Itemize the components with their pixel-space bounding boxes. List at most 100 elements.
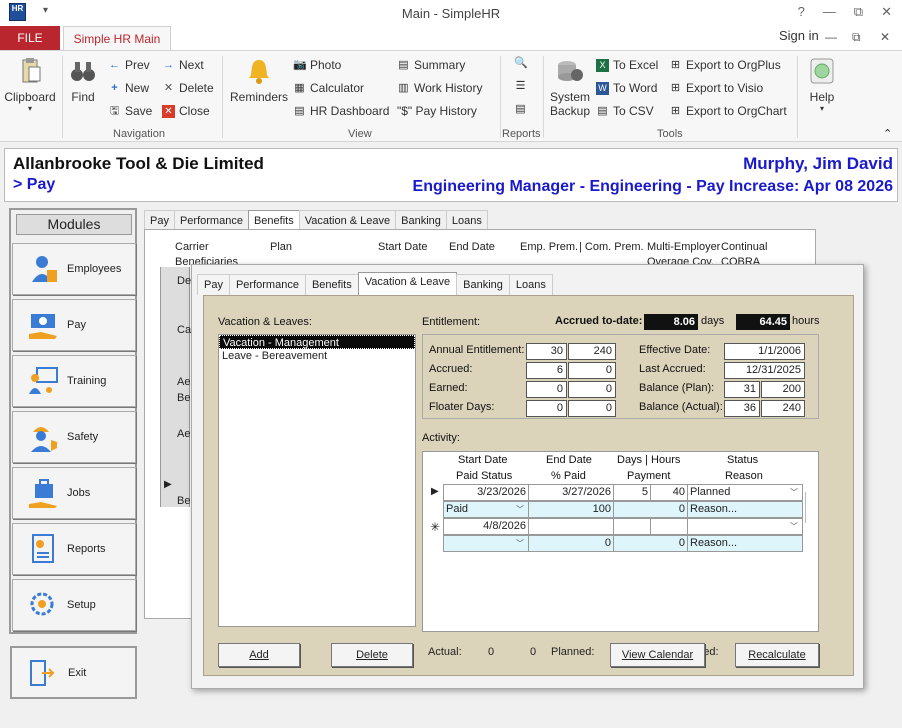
activity-start-cell[interactable]: 3/23/2026 [443, 484, 529, 501]
accrued-hours-field[interactable]: 0 [568, 362, 616, 379]
report-preview-button[interactable]: 🔍 [514, 57, 528, 70]
activity-hours-cell[interactable]: 40 [650, 484, 688, 501]
activity-paid-status-select[interactable]: ﹀ [443, 535, 529, 552]
ribbon-close-button[interactable]: ✕ [880, 30, 890, 44]
activity-status-select[interactable]: Planned ﹀ [687, 484, 803, 501]
chevron-down-icon[interactable]: ﹀ [513, 503, 527, 516]
back-tab-benefits[interactable]: Benefits [247, 210, 300, 231]
add-button[interactable]: Add [218, 643, 300, 667]
module-safety[interactable]: Safety [12, 411, 136, 463]
tab-vacation-leave[interactable]: Vacation & Leave [357, 272, 458, 295]
activity-status-select[interactable]: ﹀ [687, 518, 803, 535]
photo-button[interactable]: 📷 Photo [293, 58, 341, 72]
module-setup[interactable]: Setup [12, 579, 136, 631]
tab-banking[interactable]: Banking [456, 274, 510, 295]
help-window-button[interactable]: ? [798, 4, 805, 20]
activity-hours-cell[interactable] [650, 518, 688, 535]
system-backup-button[interactable]: System Backup [548, 57, 592, 118]
table-row[interactable]: 3/23/2026 3/27/2026 5 40 Planned ﹀ [443, 484, 803, 501]
save-button[interactable]: 🖫 Save [108, 104, 153, 118]
table-row[interactable]: 4/8/2026 ﹀ [443, 518, 803, 535]
activity-end-cell[interactable] [528, 518, 614, 535]
to-excel-button[interactable]: X To Excel [596, 58, 658, 72]
tab-pay[interactable]: Pay [197, 274, 230, 295]
activity-pct-paid-cell[interactable]: 0 [528, 535, 614, 552]
module-reports[interactable]: Reports [12, 523, 136, 575]
sign-in-link[interactable]: Sign in [779, 28, 819, 43]
activity-scrollbar[interactable] [805, 492, 819, 523]
activity-pct-paid-cell[interactable]: 100 [528, 501, 614, 518]
chevron-down-icon[interactable]: ﹀ [787, 486, 801, 499]
back-tab-vacation[interactable]: Vacation & Leave [298, 210, 397, 231]
hr-dashboard-button[interactable]: ▤ HR Dashboard [293, 104, 389, 118]
tab-benefits[interactable]: Benefits [304, 274, 359, 295]
activity-days-cell[interactable] [613, 518, 651, 535]
module-training[interactable]: Training [12, 355, 136, 407]
accrued-days-field[interactable]: 6 [526, 362, 567, 379]
ribbon-restore-button[interactable]: ⧉ [852, 30, 861, 45]
calculator-button[interactable]: ▦ Calculator [293, 81, 364, 95]
chevron-down-icon[interactable]: ﹀ [787, 520, 801, 533]
module-employees[interactable]: Employees [12, 243, 136, 295]
report-doc-button[interactable]: ▤ [514, 103, 527, 116]
activity-reason-cell[interactable]: Reason... [687, 535, 803, 552]
leave-type-list[interactable]: Vacation - Management Leave - Bereavemen… [218, 334, 416, 627]
to-csv-button[interactable]: ▤ To CSV [596, 104, 653, 118]
restore-button[interactable]: ⧉ [854, 4, 863, 20]
ribbon-minimize-button[interactable]: — [825, 30, 837, 44]
tab-performance[interactable]: Performance [228, 274, 306, 295]
work-history-button[interactable]: ▥ Work History [397, 81, 482, 95]
floater-hours-field[interactable]: 0 [568, 400, 616, 417]
tab-loans[interactable]: Loans [508, 274, 553, 295]
back-tab-loans[interactable]: Loans [445, 210, 488, 231]
help-button[interactable]: Help ▾ [803, 57, 841, 113]
earned-days-field[interactable]: 0 [526, 381, 567, 398]
table-row[interactable]: Paid ﹀ 100 0 Reason... [443, 501, 803, 518]
balance-actual-days-field[interactable]: 36 [724, 400, 760, 417]
find-button[interactable]: Find [66, 57, 100, 104]
activity-paid-status-select[interactable]: Paid ﹀ [443, 501, 529, 518]
back-tab-performance[interactable]: Performance [173, 210, 249, 231]
delete-activity-button[interactable]: Delete [331, 643, 413, 667]
activity-payment-cell[interactable]: 0 [613, 535, 688, 552]
file-tab[interactable]: FILE [0, 26, 60, 50]
chevron-down-icon[interactable]: ﹀ [513, 537, 527, 550]
balance-plan-hours-field[interactable]: 200 [761, 381, 805, 398]
pay-history-button[interactable]: "$" Pay History [397, 104, 477, 118]
delete-button[interactable]: ✕ Delete [162, 81, 214, 95]
next-button[interactable]: → Next [162, 58, 204, 72]
collapse-ribbon-chevron-icon[interactable]: ⌃ [883, 127, 892, 140]
close-button[interactable]: ✕ Close [162, 104, 210, 118]
effective-date-field[interactable]: 1/1/2006 [724, 343, 805, 360]
earned-hours-field[interactable]: 0 [568, 381, 616, 398]
floater-days-field[interactable]: 0 [526, 400, 567, 417]
clipboard-button[interactable]: Clipboard ▾ [3, 57, 57, 113]
activity-start-cell[interactable]: 4/8/2026 [443, 518, 529, 535]
annual-hours-field[interactable]: 240 [568, 343, 616, 360]
recalculate-button[interactable]: Recalculate [735, 643, 819, 667]
back-tab-banking[interactable]: Banking [395, 210, 447, 231]
exit-button[interactable]: Exit [10, 646, 137, 699]
back-tab-pay[interactable]: Pay [144, 210, 175, 231]
tab-simple-hr-main[interactable]: Simple HR Main [63, 26, 171, 51]
summary-button[interactable]: ▤ Summary [397, 58, 465, 72]
table-row[interactable]: ﹀ 0 0 Reason... [443, 535, 803, 552]
close-window-button[interactable]: ✕ [881, 4, 892, 20]
annual-days-field[interactable]: 30 [526, 343, 567, 360]
to-word-button[interactable]: W To Word [596, 81, 657, 95]
module-jobs[interactable]: Jobs [12, 467, 136, 519]
activity-payment-cell[interactable]: 0 [613, 501, 688, 518]
export-orgchart-button[interactable]: ⊞ Export to OrgChart [669, 104, 787, 118]
last-accrued-field[interactable]: 12/31/2025 [724, 362, 805, 379]
prev-button[interactable]: ← Prev [108, 58, 150, 72]
activity-reason-cell[interactable]: Reason... [687, 501, 803, 518]
activity-end-cell[interactable]: 3/27/2026 [528, 484, 614, 501]
balance-actual-hours-field[interactable]: 240 [761, 400, 805, 417]
export-visio-button[interactable]: ⊞ Export to Visio [669, 81, 763, 95]
activity-days-cell[interactable]: 5 [613, 484, 651, 501]
report-list-button[interactable]: ☰ [514, 80, 527, 93]
balance-plan-days-field[interactable]: 31 [724, 381, 760, 398]
export-orgplus-button[interactable]: ⊞ Export to OrgPlus [669, 58, 781, 72]
reminders-button[interactable]: Reminders [228, 57, 290, 104]
minimize-button[interactable]: — [823, 4, 836, 20]
